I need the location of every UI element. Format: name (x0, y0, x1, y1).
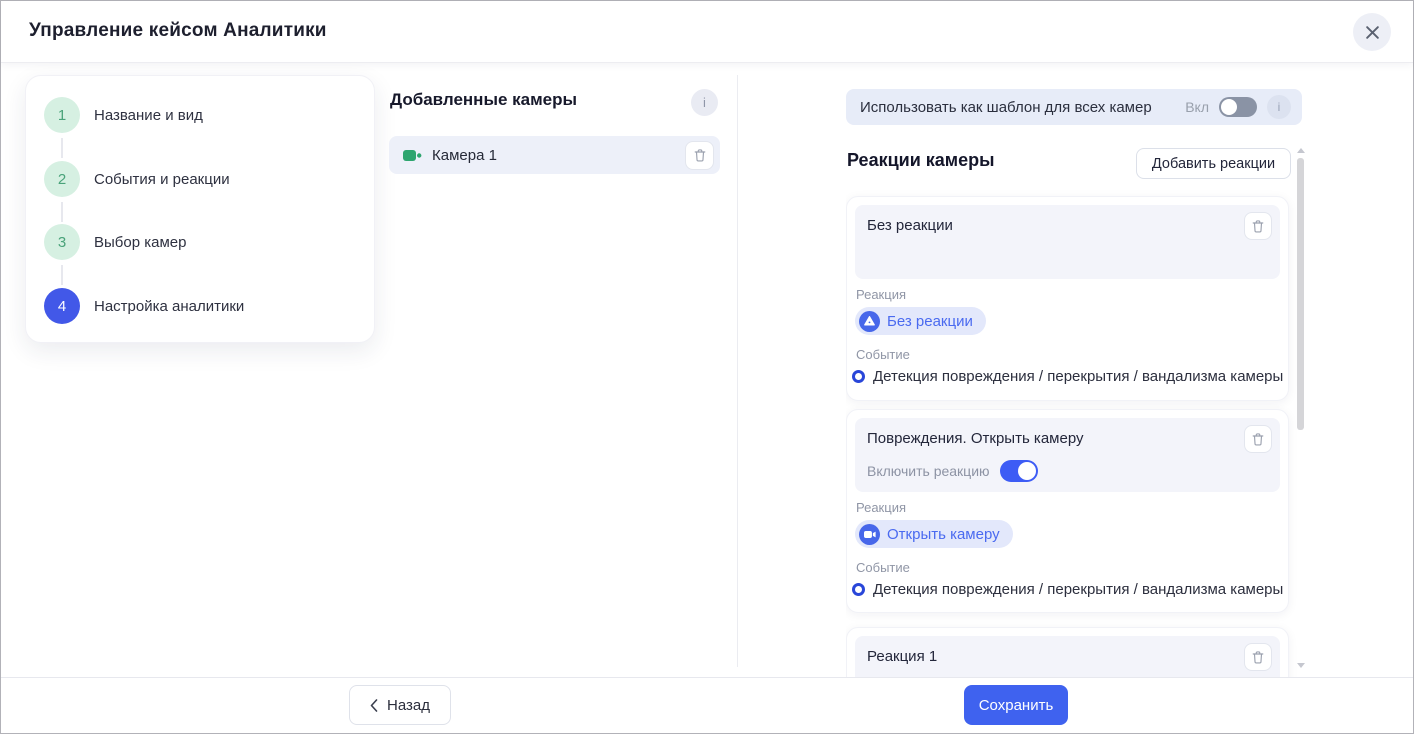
step-events-and-reactions[interactable]: 2 События и реакции (44, 161, 230, 197)
back-button[interactable]: Назад (349, 685, 451, 725)
reactions-title: Реакции камеры (847, 150, 995, 170)
trash-icon (1252, 219, 1264, 232)
template-info-icon[interactable]: i (1267, 95, 1291, 119)
toggle-knob (1017, 462, 1036, 480)
footer: Назад Сохранить (1, 677, 1413, 733)
reaction-card-title: Повреждения. Открыть камеру (867, 430, 1084, 447)
event-text: Детекция повреждения / перекрытия / ванд… (873, 368, 1284, 385)
template-banner-controls: Вкл i (1185, 95, 1291, 119)
scrollbar-up-arrow[interactable] (1297, 148, 1305, 153)
trash-icon (1252, 432, 1264, 445)
close-button[interactable] (1353, 13, 1391, 51)
step-4-circle: 4 (44, 288, 80, 324)
trash-icon (694, 148, 705, 161)
step-camera-selection[interactable]: 3 Выбор камер (44, 224, 186, 260)
step-1-circle: 1 (44, 97, 80, 133)
event-field-label: Событие (856, 347, 910, 362)
step-3-label: Выбор камер (94, 233, 187, 251)
delete-camera-button[interactable] (685, 140, 714, 170)
event-field-label: Событие (856, 560, 910, 575)
event-ring-icon (852, 583, 865, 596)
info-icon[interactable]: i (691, 89, 718, 116)
reaction-chip[interactable]: Открыть камеру (855, 520, 1013, 548)
added-cameras-title: Добавленные камеры (390, 90, 578, 109)
content: 1 Название и вид 2 События и реакции 3 В… (1, 63, 1413, 677)
reaction-chip-label: Открыть камеру (887, 525, 1000, 543)
step-connector (61, 202, 63, 222)
step-connector (61, 138, 63, 158)
toggle-knob (1221, 99, 1237, 115)
step-analytics-settings[interactable]: 4 Настройка аналитики (44, 288, 244, 324)
save-button[interactable]: Сохранить (964, 685, 1068, 725)
step-connector (61, 265, 63, 285)
scrollbar[interactable] (1296, 146, 1305, 670)
open-camera-icon (859, 523, 880, 545)
reaction-card: Повреждения. Открыть камеру Включить реа… (846, 409, 1289, 613)
reaction-card-title: Без реакции (867, 217, 953, 234)
reaction-card-title: Реакция 1 (867, 648, 938, 665)
reaction-card-header: Повреждения. Открыть камеру Включить реа… (855, 418, 1280, 492)
template-toggle-label: Вкл (1185, 99, 1209, 115)
close-icon (1365, 25, 1379, 39)
enable-reaction-label: Включить реакцию (867, 463, 990, 479)
template-banner: Использовать как шаблон для всех камер В… (846, 89, 1302, 125)
step-2-label: События и реакции (94, 170, 230, 188)
back-button-label: Назад (387, 696, 430, 714)
reaction-chip[interactable]: Без реакции (855, 307, 986, 335)
info-glyph: i (703, 95, 706, 110)
delete-reaction-button[interactable] (1244, 212, 1272, 240)
add-reactions-button[interactable]: Добавить реакции (1136, 148, 1291, 179)
enable-reaction-row: Включить реакцию (867, 460, 1038, 482)
vertical-divider (737, 75, 738, 667)
delete-reaction-button[interactable] (1244, 643, 1272, 671)
scrollbar-thumb[interactable] (1297, 158, 1304, 430)
event-row: Детекция повреждения / перекрытия / ванд… (852, 581, 1283, 598)
step-1-label: Название и вид (94, 106, 203, 124)
step-name-and-type[interactable]: 1 Название и вид (44, 97, 203, 133)
camera-icon (403, 149, 422, 161)
step-4-label: Настройка аналитики (94, 297, 245, 315)
step-2-circle: 2 (44, 161, 80, 197)
reaction-card-header: Реакция 1 (855, 636, 1280, 677)
reaction-card-header: Без реакции (855, 205, 1280, 279)
template-banner-label: Использовать как шаблон для всех камер (860, 98, 1152, 116)
analytics-case-modal: Управление кейсом Аналитики 1 Название и… (0, 0, 1414, 734)
reaction-card: Без реакции Реакция Без реакции Событие … (846, 196, 1289, 401)
no-reaction-icon (859, 310, 880, 332)
camera-list-item[interactable]: Камера 1 (389, 136, 720, 174)
trash-icon (1252, 650, 1264, 663)
delete-reaction-button[interactable] (1244, 425, 1272, 453)
reaction-card: Реакция 1 (846, 627, 1289, 677)
event-ring-icon (852, 370, 865, 383)
info-glyph: i (1277, 100, 1281, 114)
step-3-circle: 3 (44, 224, 80, 260)
enable-reaction-toggle[interactable] (999, 460, 1038, 482)
reaction-field-label: Реакция (856, 500, 906, 515)
reaction-field-label: Реакция (856, 287, 906, 302)
reaction-chip-label: Без реакции (887, 312, 973, 330)
scrollbar-down-arrow[interactable] (1297, 663, 1305, 668)
event-row: Детекция повреждения / перекрытия / ванд… (852, 368, 1283, 385)
reactions-panel: Использовать как шаблон для всех камер В… (846, 63, 1308, 677)
camera-name: Камера 1 (432, 146, 497, 164)
titlebar: Управление кейсом Аналитики (1, 1, 1413, 63)
wizard-steps-card: 1 Название и вид 2 События и реакции 3 В… (25, 75, 375, 343)
chevron-left-icon (370, 698, 378, 712)
template-toggle[interactable] (1219, 97, 1257, 117)
modal-title: Управление кейсом Аналитики (29, 20, 327, 41)
event-text: Детекция повреждения / перекрытия / ванд… (873, 581, 1284, 598)
